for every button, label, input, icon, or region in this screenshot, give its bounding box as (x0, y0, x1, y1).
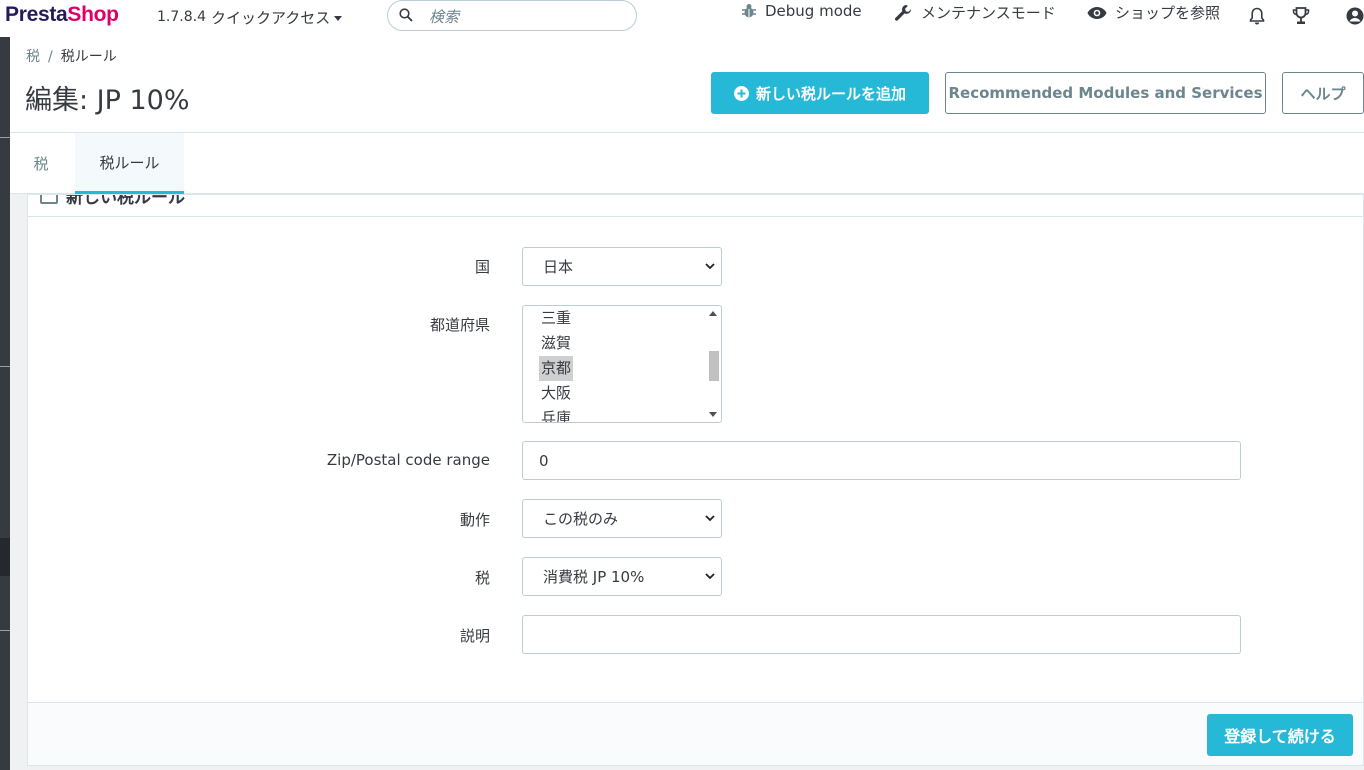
state-label: 都道府県 (429, 316, 490, 334)
quick-access-dropdown[interactable]: クイックアクセス (211, 7, 343, 28)
breadcrumb-current: 税ルール (60, 49, 117, 65)
bell-icon[interactable] (1249, 6, 1265, 26)
bug-icon (742, 4, 756, 18)
page-header: 税 / 税ルール 編集: JP 10% 新しい税ルールを追加 Recommended… (10, 37, 1364, 133)
scroll-up-icon[interactable] (709, 311, 717, 316)
state-option[interactable]: 兵庫 (539, 406, 573, 422)
sidebar-active-item[interactable] (0, 538, 10, 576)
page-title: 編集: JP 10% (25, 85, 190, 116)
state-option[interactable]: 大阪 (539, 381, 573, 406)
tab-tax-rules-label: 税ルール (99, 153, 160, 172)
tax-select[interactable]: 消費税 JP 10% (522, 557, 722, 596)
tab-taxes[interactable]: 税 (10, 133, 72, 194)
panel-title: 新しい税ルール (40, 195, 185, 208)
recommended-modules-label: Recommended Modules and Services (948, 84, 1263, 102)
breadcrumb-parent[interactable]: 税 (26, 49, 40, 65)
search-placeholder: 検索 (429, 8, 460, 26)
sidebar-divider (0, 137, 10, 138)
state-option-selected[interactable]: 京都 (539, 356, 574, 381)
panel-heading: 新しい税ルール (28, 195, 1364, 217)
chevron-down-icon (705, 573, 715, 580)
top-header: PrestaShop 1.7.8.4 クイックアクセス 検索 Debug mod… (0, 0, 1364, 37)
user-icon[interactable] (1346, 6, 1364, 26)
behavior-select[interactable]: この税のみ (522, 499, 722, 538)
wrench-icon (895, 4, 912, 21)
add-tax-rule-label: 新しい税ルールを追加 (755, 84, 906, 103)
panel-footer: 登録して続ける (28, 702, 1363, 765)
description-label: 説明 (459, 627, 490, 645)
panel-title-text: 新しい税ルール (66, 195, 185, 208)
view-shop-link[interactable]: ショップを参照 (1087, 2, 1220, 23)
sidebar-divider (0, 630, 10, 631)
add-tax-rule-button[interactable]: 新しい税ルールを追加 (711, 72, 929, 114)
save-and-stay-label: 登録して続ける (1224, 727, 1336, 746)
sidebar-divider (0, 366, 10, 367)
breadcrumb: 税 / 税ルール (26, 46, 117, 66)
country-label: 国 (474, 258, 490, 276)
country-value: 日本 (543, 258, 574, 276)
maintenance-mode-label: メンテナンスモード (921, 4, 1056, 22)
zip-range-value: 0 (539, 451, 549, 470)
chevron-down-icon (705, 263, 715, 270)
help-label: ヘルプ (1300, 84, 1346, 103)
debug-mode-label: Debug mode (765, 2, 862, 20)
maintenance-mode-link[interactable]: メンテナンスモード (893, 2, 1056, 23)
tax-value: 消費税 JP 10% (543, 568, 645, 586)
tab-bar: 税 税ルール (10, 133, 1364, 194)
prestashop-logo[interactable]: PrestaShop (5, 3, 119, 27)
tax-rule-form-panel: 新しい税ルール 国 日本 都道府県 三重 滋賀 京都 大阪 兵庫 Zip/Pos… (27, 194, 1364, 766)
zip-range-input[interactable]: 0 (522, 441, 1241, 480)
description-input[interactable] (522, 615, 1241, 654)
sidebar-nav[interactable] (0, 37, 10, 770)
state-option[interactable]: 三重 (539, 306, 573, 331)
scrollbar-thumb[interactable] (709, 351, 719, 381)
plus-circle-icon (733, 85, 749, 101)
panel-heading-icon (40, 195, 58, 204)
tab-tax-rules[interactable]: 税ルール (75, 133, 184, 194)
eye-icon (1087, 6, 1107, 19)
country-select[interactable]: 日本 (522, 247, 722, 286)
state-listbox[interactable]: 三重 滋賀 京都 大阪 兵庫 (522, 305, 722, 423)
behavior-value: この税のみ (543, 510, 619, 528)
view-shop-label: ショップを参照 (1115, 4, 1221, 22)
search-icon (399, 8, 413, 22)
save-and-stay-button[interactable]: 登録して続ける (1207, 714, 1353, 756)
help-button[interactable]: ヘルプ (1282, 72, 1364, 114)
breadcrumb-separator: / (48, 49, 53, 65)
debug-mode-link[interactable]: Debug mode (741, 2, 862, 20)
tax-label: 税 (474, 569, 490, 587)
behavior-label: 動作 (459, 511, 490, 529)
scroll-down-icon[interactable] (709, 412, 717, 417)
search-input[interactable]: 検索 (387, 0, 637, 31)
tab-taxes-label: 税 (33, 155, 49, 173)
caret-down-icon (334, 16, 343, 21)
state-option[interactable]: 滋賀 (539, 331, 573, 356)
version-label: 1.7.8.4 (157, 9, 206, 25)
chevron-down-icon (705, 515, 715, 522)
quick-access-label: クイックアクセス (211, 9, 331, 27)
zip-range-label: Zip/Postal code range (326, 451, 490, 469)
trophy-icon[interactable] (1292, 6, 1310, 26)
recommended-modules-button[interactable]: Recommended Modules and Services (945, 72, 1266, 114)
